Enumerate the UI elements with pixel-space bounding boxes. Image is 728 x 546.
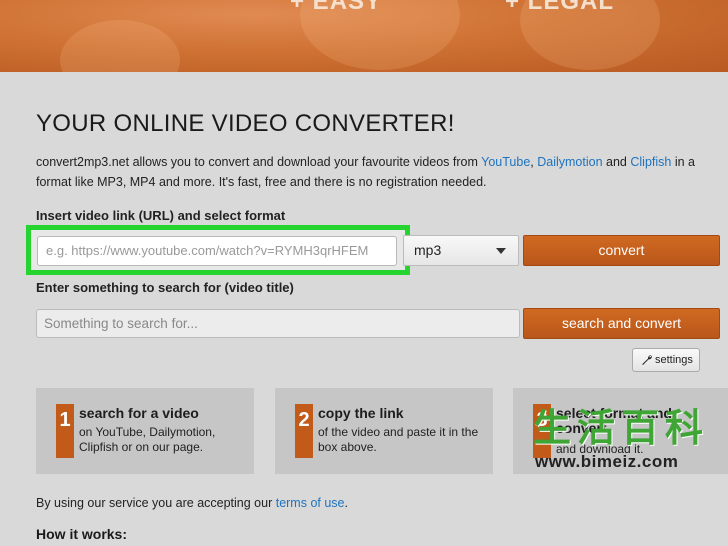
- step-card: 1 search for a video on YouTube, Dailymo…: [36, 388, 254, 474]
- settings-label: settings: [655, 354, 693, 366]
- step-card: 2 copy the link of the video and paste i…: [275, 388, 493, 474]
- banner-decoration: [60, 20, 180, 72]
- dailymotion-link[interactable]: Dailymotion: [537, 155, 602, 169]
- search-field-label: Enter something to search for (video tit…: [36, 280, 294, 295]
- main-content: YOUR ONLINE VIDEO CONVERTER! convert2mp3…: [0, 72, 728, 546]
- youtube-link[interactable]: YouTube: [481, 155, 530, 169]
- step-number: 1: [56, 404, 74, 458]
- wrench-icon: [642, 355, 653, 365]
- intro-paragraph: convert2mp3.net allows you to convert an…: [36, 152, 726, 192]
- search-and-convert-button[interactable]: search and convert: [523, 308, 720, 339]
- step-title: copy the link: [318, 405, 404, 421]
- terms-notice: By using our service you are accepting o…: [36, 496, 348, 510]
- settings-button[interactable]: settings: [632, 348, 700, 372]
- banner-easy-text: + EASY: [290, 0, 383, 15]
- terms-end: .: [344, 496, 348, 510]
- header-banner: + EASY + LEGAL: [0, 0, 728, 72]
- watermark-url: www.bimeiz.com: [535, 452, 679, 471]
- step-number: 2: [295, 404, 313, 458]
- url-input-highlight: e.g. https://www.youtube.com/watch?v=RYM…: [26, 225, 410, 275]
- how-it-works-heading: How it works:: [36, 526, 128, 542]
- format-select[interactable]: mp3: [403, 235, 519, 266]
- url-field-label: Insert video link (URL) and select forma…: [36, 208, 286, 223]
- banner-legal-text: + LEGAL: [505, 0, 615, 15]
- terms-of-use-link[interactable]: terms of use: [276, 496, 345, 510]
- intro-text: convert2mp3.net allows you to convert an…: [36, 155, 482, 169]
- convert-button[interactable]: convert: [523, 235, 720, 266]
- step-title: search for a video: [79, 405, 199, 421]
- page-title: YOUR ONLINE VIDEO CONVERTER!: [36, 110, 455, 137]
- format-selected-value: mp3: [414, 242, 442, 258]
- video-url-input[interactable]: e.g. https://www.youtube.com/watch?v=RYM…: [37, 236, 397, 266]
- watermark: 生活百科 www.bimeiz.com: [527, 408, 728, 474]
- step-description: on YouTube, Dailymotion, Clipfish or on …: [79, 425, 216, 454]
- step-description: of the video and paste it in the box abo…: [318, 425, 479, 454]
- search-input[interactable]: Something to search for...: [36, 309, 520, 338]
- watermark-logo-text: 生活百科: [533, 408, 710, 450]
- clipfish-link[interactable]: Clipfish: [630, 155, 671, 169]
- terms-text: By using our service you are accepting o…: [36, 496, 276, 510]
- chevron-down-icon: [496, 248, 506, 254]
- intro-separator: and: [602, 155, 631, 169]
